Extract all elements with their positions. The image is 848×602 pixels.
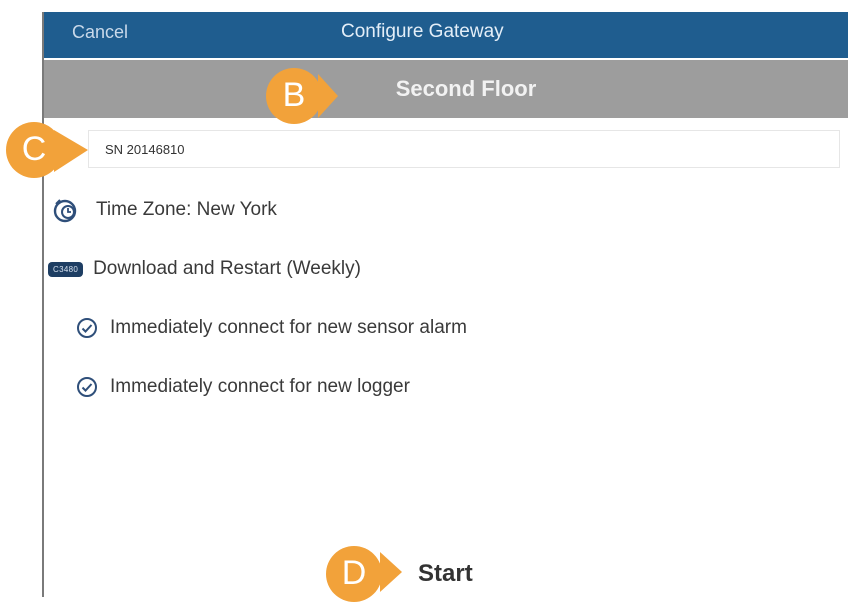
annotation-letter-d: D	[341, 554, 367, 592]
annotation-marker-tails	[54, 74, 402, 592]
annotation-marker-b: B	[266, 68, 322, 124]
annotation-letter-b: B	[282, 76, 306, 114]
annotation-marker-d: D	[326, 546, 382, 602]
annotation-letter-c: C	[21, 130, 47, 168]
annotation-marker-c: C	[6, 122, 62, 178]
